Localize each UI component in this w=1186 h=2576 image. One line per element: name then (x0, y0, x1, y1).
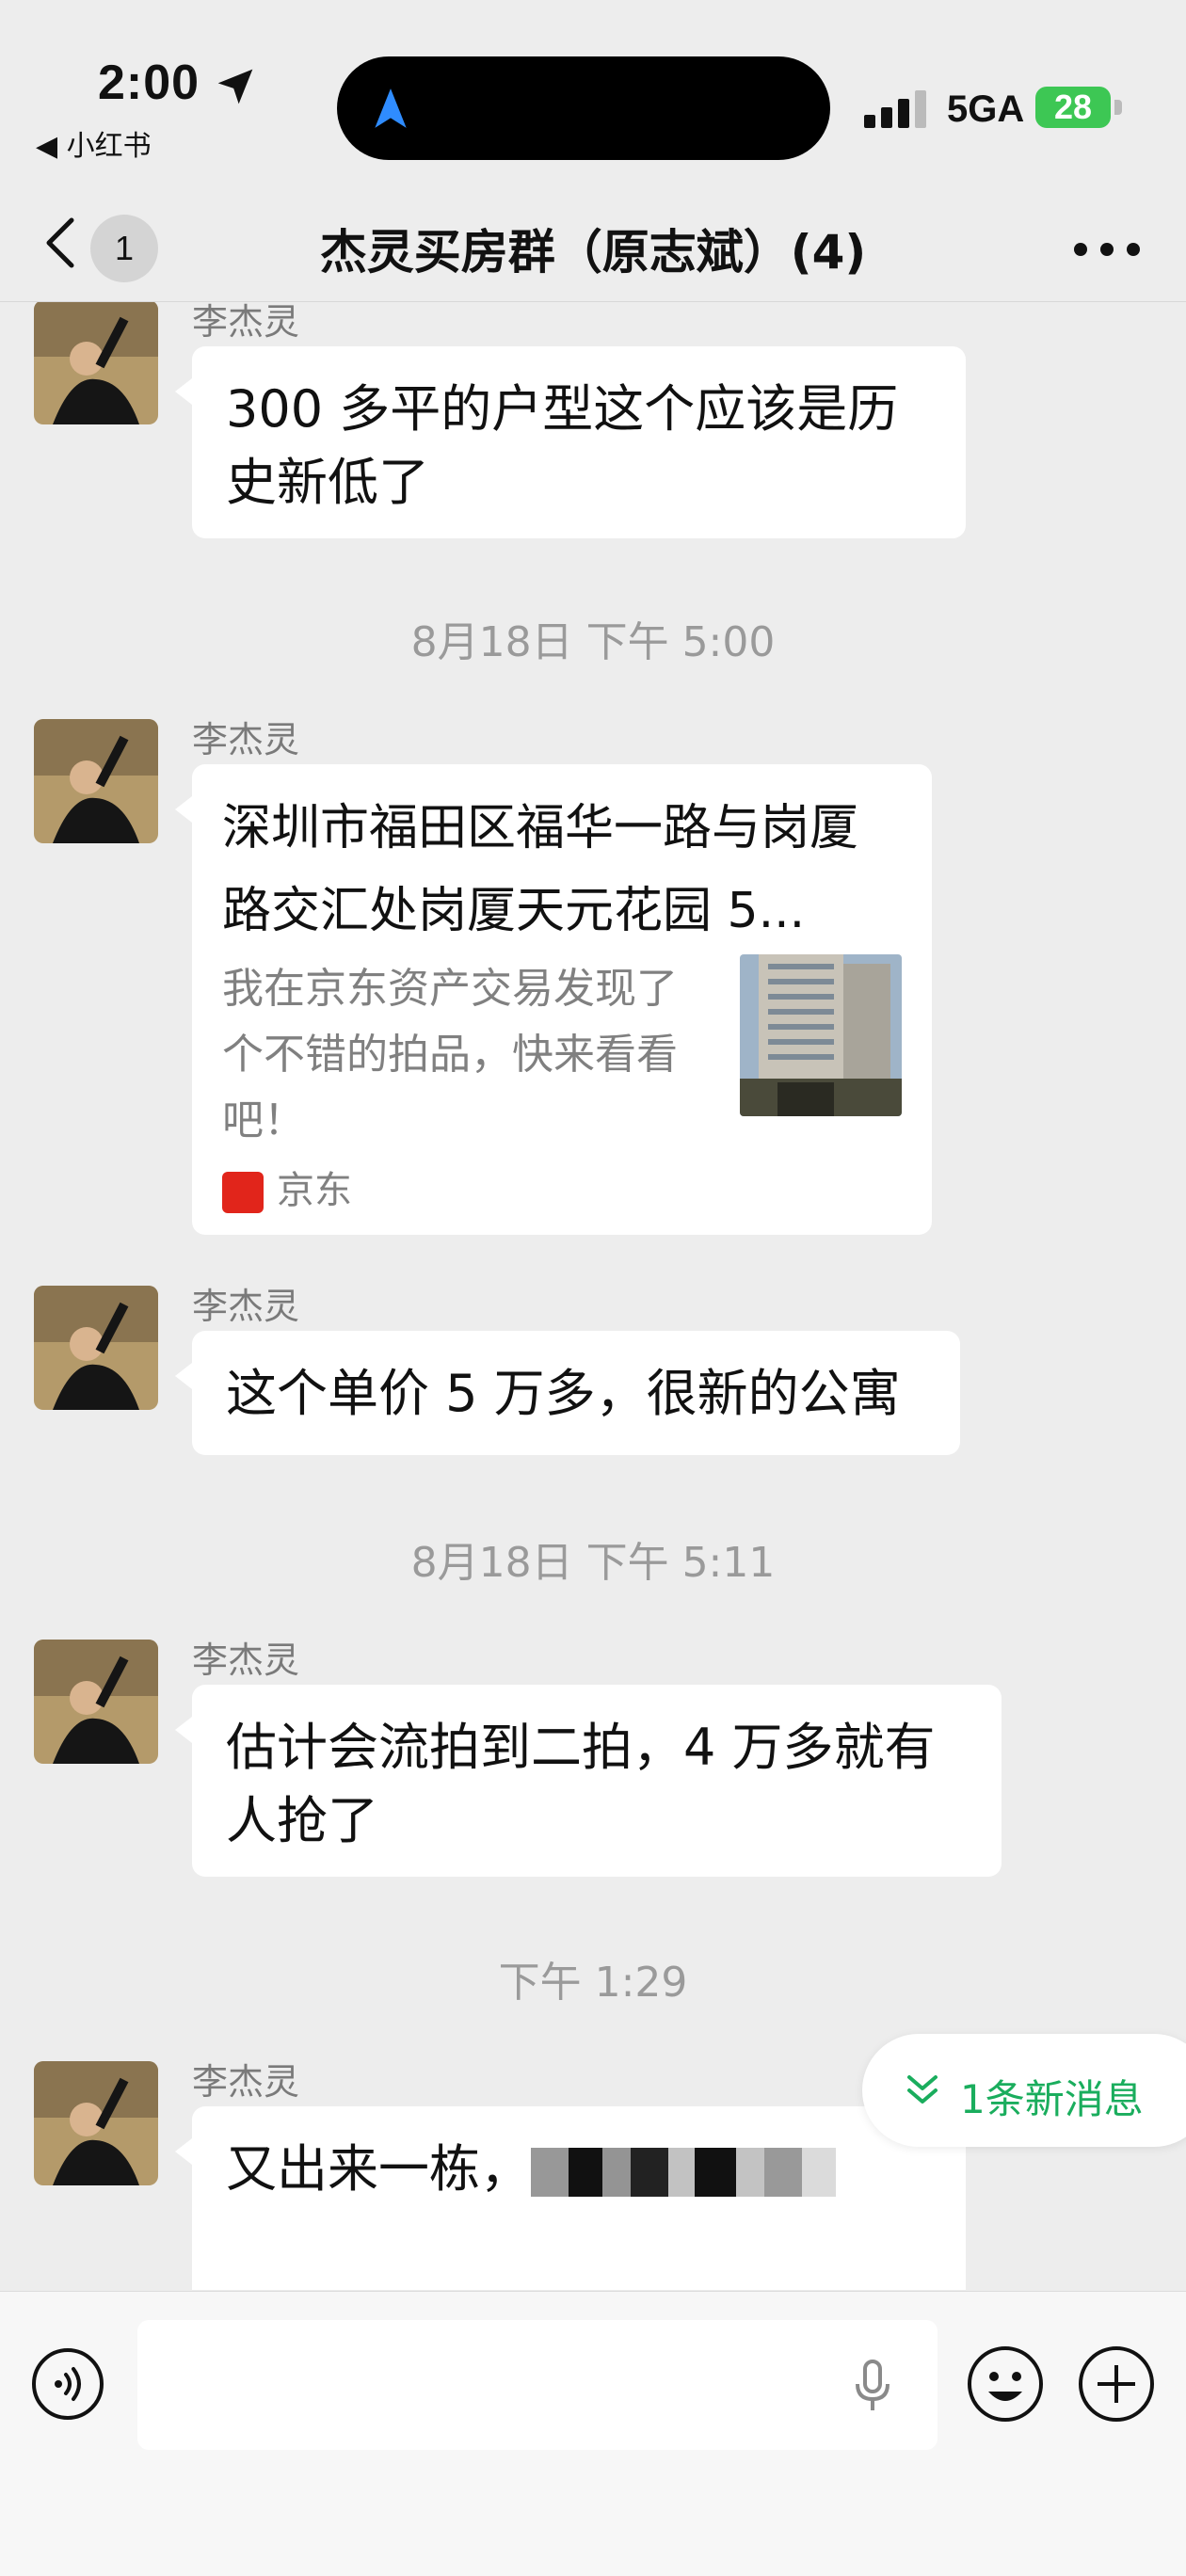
jd-logo-icon (222, 1172, 264, 1213)
chat-header: 1 杰灵买房群（原志斌）(4) (0, 179, 1186, 302)
double-chevron-down-icon (907, 2075, 938, 2104)
link-card-title: 深圳市福田区福华一路与岗厦路交汇处岗厦天元花园 5... (222, 800, 859, 939)
sender-name: 李杰灵 (192, 1640, 300, 1681)
message-bubble[interactable]: 300 多平的户型这个应该是历史新低了 (175, 346, 966, 538)
link-card[interactable]: 深圳市福田区福华一路与岗厦路交汇处岗厦天元花园 5... 我在京东资产交易发现了… (175, 764, 932, 1235)
message-timestamp: 8月18日 下午 5:00 (410, 618, 776, 666)
back-to-app-link[interactable]: ◀ 小红书 (36, 122, 152, 164)
battery-cap (1114, 100, 1122, 115)
sender-name: 李杰灵 (192, 302, 300, 343)
message-list[interactable]: 李杰灵 300 多平的户型这个应该是历史新低了 8月18日 下午 5:00 李杰… (0, 302, 1186, 2290)
link-card-description: 我在京东资产交易发现了个不错的拍品，快来看看吧！ (222, 965, 678, 1144)
network-label: 5GA (947, 88, 1025, 130)
avatar[interactable] (34, 719, 158, 843)
signal-icon (864, 90, 926, 128)
sender-name: 李杰灵 (192, 1286, 300, 1327)
message-text: 又出来一栋， (226, 2139, 531, 2199)
avatar[interactable] (34, 1640, 158, 1764)
avatar[interactable] (34, 1286, 158, 1410)
more-icon[interactable] (1069, 235, 1145, 264)
new-message-pill[interactable]: 1条新消息 (862, 2034, 1186, 2147)
chat-title[interactable]: 杰灵买房群（原志斌）(4) (0, 215, 1186, 282)
mic-icon[interactable] (849, 2358, 896, 2414)
sender-name: 李杰灵 (192, 2061, 300, 2103)
location-arrow-icon (217, 69, 253, 104)
avatar[interactable] (34, 302, 158, 424)
avatar[interactable] (34, 2061, 158, 2185)
redacted-text (531, 2139, 836, 2199)
message-bubble[interactable]: 估计会流拍到二拍，4 万多就有人抢了 (175, 1685, 1002, 1877)
link-card-source-name: 京东 (277, 1169, 352, 1212)
message-bubble[interactable]: 这个单价 5 万多，很新的公寓 (175, 1331, 960, 1455)
input-bar (0, 2291, 1186, 2576)
status-time: 2:00 (98, 56, 200, 110)
sender-name: 李杰灵 (192, 719, 300, 760)
emoji-icon[interactable] (966, 2344, 1045, 2424)
plus-icon[interactable] (1077, 2344, 1156, 2424)
voice-icon[interactable] (30, 2346, 105, 2422)
message-bubble[interactable]: 又出来一栋， (175, 2106, 966, 2290)
navigation-arrow-icon (375, 88, 407, 128)
status-bar: 2:00 ◀ 小红书 5GA 28 (0, 0, 1186, 179)
link-card-source: 京东 (222, 1160, 352, 1214)
link-card-thumbnail (740, 954, 902, 1116)
message-timestamp: 8月18日 下午 5:11 (410, 1539, 776, 1587)
message-input[interactable] (137, 2320, 938, 2450)
battery-indicator: 28 (1035, 87, 1111, 128)
new-message-label: 1条新消息 (960, 2076, 1144, 2122)
message-timestamp: 下午 1:29 (498, 1959, 688, 2007)
battery-level: 28 (1053, 88, 1093, 126)
